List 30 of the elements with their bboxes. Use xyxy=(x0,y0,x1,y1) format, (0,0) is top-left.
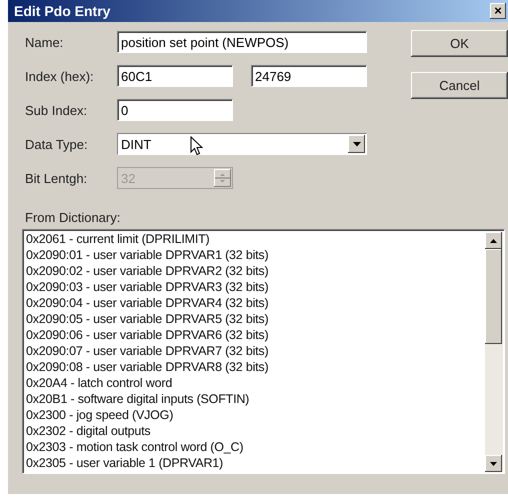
field-label: Name: xyxy=(25,34,64,50)
window-title: Edit Pdo Entry xyxy=(14,3,110,19)
text-field[interactable]: 0 xyxy=(117,99,233,121)
field-label: Data Type: xyxy=(25,136,89,152)
list-item[interactable]: 0x2090:03 - user variable DPRVAR3 (32 bits) xyxy=(26,279,485,295)
text-field[interactable]: 24769 xyxy=(251,65,367,87)
list-item[interactable]: 0x2090:01 - user variable DPRVAR1 (32 bits) xyxy=(26,247,485,263)
text-field[interactable]: position set point (NEWPOS) xyxy=(117,31,367,53)
list-item[interactable]: 0x2302 - digital outputs xyxy=(26,423,485,439)
dropdown-field[interactable]: DINT xyxy=(117,133,367,155)
list-item[interactable]: 0x20A4 - latch control word xyxy=(26,375,485,391)
close-button[interactable]: × xyxy=(490,3,506,19)
field-label: Index (hex): xyxy=(25,68,95,84)
list-item[interactable]: 0x2061 - current limit (DPRILIMIT) xyxy=(26,231,485,247)
dialog-button[interactable]: OK xyxy=(411,30,508,57)
list-item[interactable]: 0x2090:07 - user variable DPRVAR7 (32 bits) xyxy=(26,343,485,359)
list-item[interactable]: 0x2303 - motion task control word (O_C) xyxy=(26,439,485,455)
list-label: From Dictionary: xyxy=(25,210,122,225)
list-item[interactable]: 0x2090:02 - user variable DPRVAR2 (32 bits) xyxy=(26,263,485,279)
list-item[interactable]: 0x2300 - jog speed (VJOG) xyxy=(26,407,485,423)
list-item[interactable]: 0x2090:04 - user variable DPRVAR4 (32 bits) xyxy=(26,295,485,311)
list-item[interactable]: 0x2090:06 - user variable DPRVAR6 (32 bits) xyxy=(26,327,485,343)
list-item[interactable]: 0x20B1 - software digital inputs (SOFTIN) xyxy=(26,391,485,407)
field-label: Bit Lentgh: xyxy=(25,170,88,186)
list-item[interactable]: 0x2305 - user variable 1 (DPRVAR1) xyxy=(26,455,485,471)
text-field[interactable]: 60C1 xyxy=(117,65,233,87)
field-label: Sub Index: xyxy=(25,102,88,118)
dialog-button[interactable]: Cancel xyxy=(411,72,508,99)
list-item[interactable]: 0x2090:05 - user variable DPRVAR5 (32 bits) xyxy=(26,311,485,327)
list-item[interactable]: 0x2090:08 - user variable DPRVAR8 (32 bits) xyxy=(26,359,485,375)
